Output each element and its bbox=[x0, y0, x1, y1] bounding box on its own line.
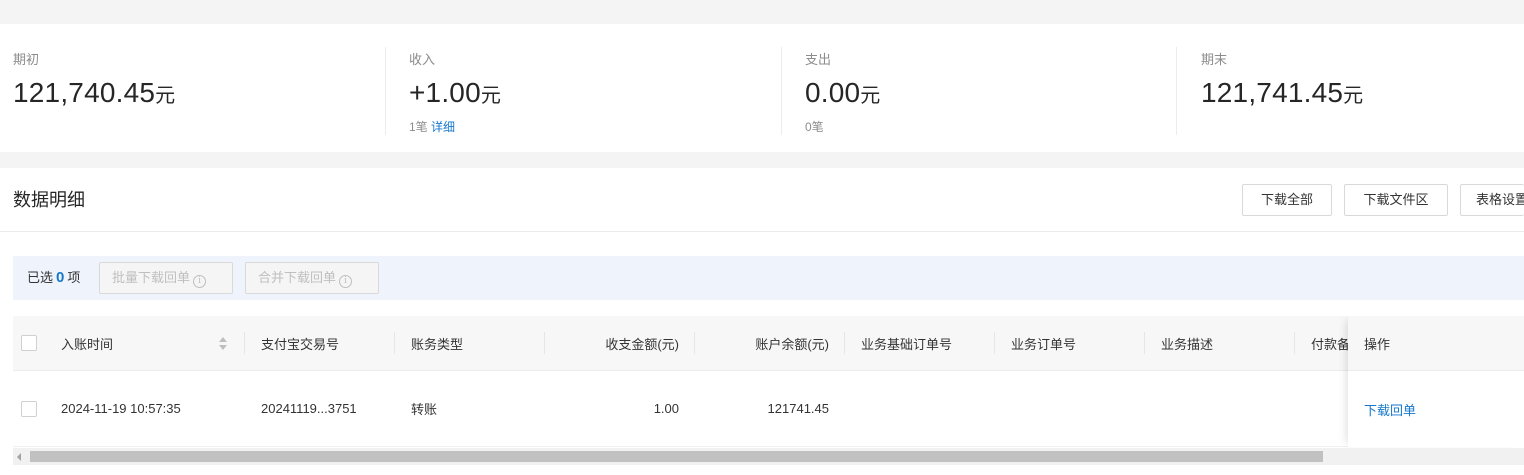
select-all-checkbox[interactable] bbox=[21, 335, 37, 351]
stat-expense-unit: 元 bbox=[860, 85, 881, 107]
detail-title: 数据明细 bbox=[13, 190, 85, 210]
stat-opening-amount: 121,740.45 bbox=[13, 77, 156, 108]
selection-suffix: 项 bbox=[67, 270, 81, 285]
batch-download-receipt-button[interactable]: 批量下载回单 i bbox=[99, 262, 233, 294]
cell-trade-no: 20241119...3751 bbox=[261, 401, 357, 416]
cell-type: 转账 bbox=[411, 402, 438, 417]
col-header-base-order: 业务基础订单号 bbox=[861, 336, 953, 352]
merge-download-receipt-button[interactable]: 合并下载回单 i bbox=[245, 262, 379, 294]
data-detail-panel: 数据明细 下载全部 下载文件区 表格设置 已选 0 项 批量下载回单 i 合并下载回单… bbox=[0, 168, 1524, 475]
sort-icon[interactable] bbox=[218, 336, 228, 352]
info-icon: i bbox=[193, 275, 207, 288]
selection-prefix: 已选 bbox=[27, 270, 54, 285]
col-header-amount: 收支金额(元) bbox=[605, 336, 679, 352]
transactions-table: 入账时间 支付宝交易号 账务类型 收支金额(元) 账户余额(元) 业务基础订单号… bbox=[13, 316, 1524, 456]
stat-income-count: 1笔 bbox=[409, 120, 428, 134]
balance-summary: 期初 121,740.45元 收入 +1.00元 1笔 详细 支出 0.00元 … bbox=[0, 24, 1524, 152]
download-area-button[interactable]: 下载文件区 bbox=[1344, 184, 1448, 216]
detail-header: 数据明细 下载全部 下载文件区 表格设置 bbox=[0, 168, 1524, 232]
stat-expense-amount: 0.00 bbox=[805, 77, 861, 108]
row-checkbox[interactable] bbox=[21, 400, 37, 417]
table-settings-button[interactable]: 表格设置 bbox=[1460, 184, 1524, 216]
stat-income-unit: 元 bbox=[480, 85, 501, 107]
cell-order bbox=[1011, 371, 1141, 446]
stat-closing: 期末 121,741.45元 bbox=[1201, 24, 1521, 152]
divider bbox=[1176, 47, 1177, 135]
divider bbox=[385, 47, 386, 135]
col-header-time[interactable]: 入账时间 bbox=[61, 316, 211, 370]
stat-expense: 支出 0.00元 0笔 bbox=[805, 24, 1165, 152]
col-header-order: 业务订单号 bbox=[1011, 336, 1077, 352]
scrollbar-thumb[interactable] bbox=[30, 451, 1323, 462]
stat-income-label: 收入 bbox=[409, 52, 436, 67]
stat-income: 收入 +1.00元 1笔 详细 bbox=[409, 24, 769, 152]
col-header-type: 账务类型 bbox=[411, 336, 464, 352]
table-header: 入账时间 支付宝交易号 账务类型 收支金额(元) 账户余额(元) 业务基础订单号… bbox=[13, 316, 1524, 371]
cell-amount: 1.00 bbox=[653, 401, 679, 416]
stat-closing-unit: 元 bbox=[1343, 85, 1364, 107]
cell-base-order bbox=[861, 371, 991, 446]
stat-expense-count: 0笔 bbox=[805, 120, 824, 134]
divider bbox=[781, 47, 782, 135]
stat-income-amount: +1.00 bbox=[409, 77, 481, 108]
table-row: 2024-11-19 10:57:35 20241119...3751 转账 1… bbox=[13, 371, 1524, 447]
download-receipt-link[interactable]: 下载回单 bbox=[1348, 371, 1524, 447]
cell-balance: 121741.45 bbox=[767, 401, 829, 416]
stat-closing-amount: 121,741.45 bbox=[1201, 77, 1344, 108]
info-icon: i bbox=[339, 275, 353, 288]
selection-bar: 已选 0 项 批量下载回单 i 合并下载回单 i bbox=[13, 256, 1524, 300]
download-all-button[interactable]: 下载全部 bbox=[1242, 184, 1332, 216]
stat-expense-label: 支出 bbox=[805, 52, 832, 67]
stat-opening: 期初 121,740.45元 bbox=[13, 24, 373, 152]
col-header-desc: 业务描述 bbox=[1161, 336, 1214, 352]
stat-opening-label: 期初 bbox=[13, 52, 40, 67]
col-header-trade-no: 支付宝交易号 bbox=[261, 336, 340, 352]
fixed-action-column: 操作 下载回单 bbox=[1348, 316, 1524, 447]
stat-opening-unit: 元 bbox=[155, 85, 176, 107]
cell-desc bbox=[1161, 371, 1291, 446]
scroll-left-icon[interactable] bbox=[17, 453, 21, 461]
horizontal-scrollbar[interactable] bbox=[13, 448, 1524, 465]
selection-count: 0 bbox=[56, 269, 65, 286]
income-detail-link[interactable]: 详细 bbox=[431, 120, 455, 134]
stat-closing-label: 期末 bbox=[1201, 52, 1228, 67]
col-header-balance: 账户余额(元) bbox=[755, 336, 829, 352]
col-header-action: 操作 bbox=[1348, 316, 1524, 371]
cell-time: 2024-11-19 10:57:35 bbox=[61, 401, 181, 416]
